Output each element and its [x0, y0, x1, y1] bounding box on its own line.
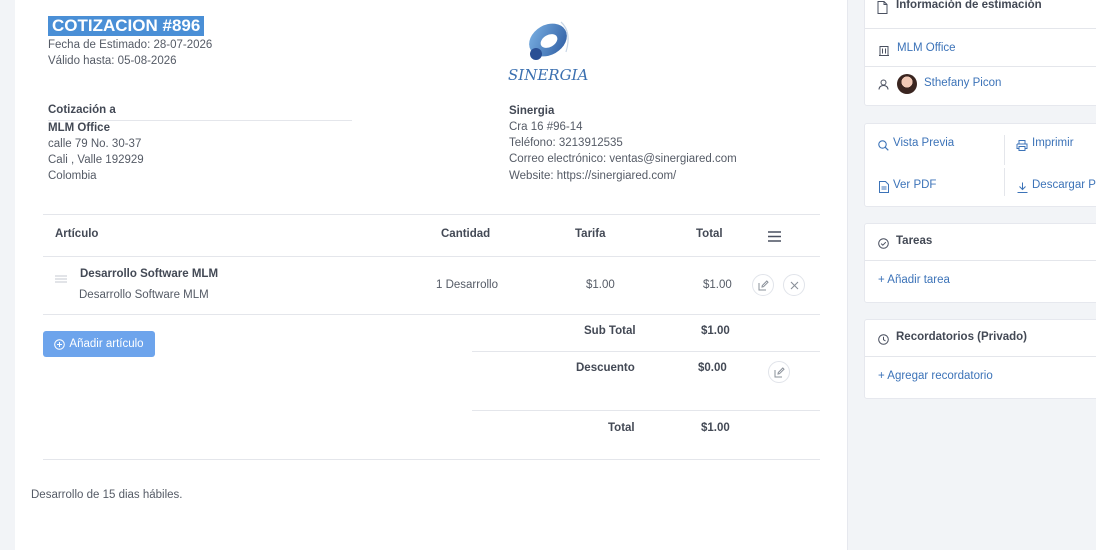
- client-name: MLM Office: [48, 122, 110, 134]
- company-email: Correo electrónico: ventas@sinergiared.c…: [509, 153, 737, 165]
- discount-value: $0.00: [698, 362, 727, 374]
- info-title: Información de estimación: [896, 0, 1042, 11]
- company-address: Cra 16 #96-14: [509, 121, 583, 133]
- valid-until: Válido hasta: 05-08-2026: [48, 55, 177, 67]
- subtotal-value: $1.00: [701, 325, 730, 337]
- item-total: $1.00: [703, 279, 732, 291]
- col-rate: Tarifa: [575, 228, 606, 240]
- company-name: Sinergia: [509, 105, 555, 117]
- client-address1: calle 79 No. 30-37: [48, 138, 142, 150]
- download-pdf-button[interactable]: Descargar PDF: [1032, 179, 1096, 191]
- edit-icon: [758, 279, 769, 290]
- print-button[interactable]: Imprimir: [1032, 137, 1074, 149]
- reminders-title: Recordatorios (Privado): [896, 331, 1027, 343]
- add-task-label: Añadir tarea: [887, 274, 950, 286]
- view-pdf-button[interactable]: Ver PDF: [893, 179, 936, 191]
- actions-card: Vista Previa Imprimir Ver PDF Descargar …: [864, 123, 1096, 207]
- plus-icon: +: [878, 370, 885, 382]
- search-icon: [878, 138, 889, 156]
- company-website: Website: https://sinergiared.com/: [509, 170, 677, 182]
- reminders-card: Recordatorios (Privado) + Agregar record…: [864, 319, 1096, 399]
- estimate-date: Fecha de Estimado: 28-07-2026: [48, 39, 213, 51]
- add-task-link[interactable]: + Añadir tarea: [878, 274, 950, 286]
- subtotal-label: Sub Total: [584, 325, 636, 337]
- building-icon: [878, 43, 890, 61]
- add-reminder-link[interactable]: + Agregar recordatorio: [878, 370, 993, 382]
- columns-menu-icon[interactable]: [768, 229, 781, 247]
- item-title: Desarrollo Software MLM: [80, 268, 219, 280]
- check-circle-icon: [878, 236, 889, 254]
- edit-discount-button[interactable]: [768, 361, 790, 383]
- close-icon: [790, 281, 798, 289]
- total-value: $1.00: [701, 422, 730, 434]
- col-qty: Cantidad: [441, 228, 491, 240]
- clock-icon: [878, 332, 889, 350]
- add-item-button[interactable]: Añadir artículo: [43, 331, 155, 357]
- col-total: Total: [696, 228, 723, 240]
- tasks-card: Tareas + Añadir tarea: [864, 223, 1096, 303]
- item-description: Desarrollo Software MLM: [79, 289, 209, 301]
- estimate-note: Desarrollo de 15 dias hábiles.: [31, 489, 183, 501]
- add-reminder-label: Agregar recordatorio: [887, 370, 993, 382]
- item-qty: 1 Desarrollo: [436, 279, 498, 291]
- company-phone: Teléfono: 3213912535: [509, 137, 623, 149]
- estimate-title: COTIZACION #896: [48, 16, 205, 36]
- download-icon: [1017, 180, 1028, 198]
- user-link[interactable]: Sthefany Picon: [924, 77, 1001, 89]
- item-rate: $1.00: [586, 279, 615, 291]
- client-link[interactable]: MLM Office: [897, 42, 956, 54]
- edit-icon: [774, 366, 785, 377]
- printer-icon: [1016, 138, 1028, 156]
- client-country: Colombia: [48, 170, 97, 182]
- col-item: Artículo: [55, 228, 99, 240]
- preview-button[interactable]: Vista Previa: [893, 137, 954, 149]
- client-address2: Cali , Valle 192929: [48, 154, 144, 166]
- plus-circle-icon: [54, 338, 66, 350]
- estimate-info-card: Información de estimación MLM Office Sth…: [864, 0, 1096, 106]
- logo-text: SINERGIA: [508, 66, 589, 84]
- pdf-file-icon: [879, 180, 889, 198]
- total-label: Total: [608, 422, 635, 434]
- user-icon: [878, 77, 889, 95]
- drag-handle-icon[interactable]: [55, 270, 67, 288]
- edit-item-button[interactable]: [752, 274, 774, 296]
- file-icon: [877, 1, 888, 19]
- discount-label: Descuento: [576, 362, 635, 374]
- avatar: [897, 74, 917, 94]
- remove-item-button[interactable]: [783, 274, 805, 296]
- add-item-label: Añadir artículo: [69, 338, 144, 350]
- plus-icon: +: [878, 274, 885, 286]
- sinergia-logo: SINERGIA: [506, 14, 596, 94]
- client-heading: Cotización a: [48, 104, 116, 116]
- tasks-title: Tareas: [896, 235, 933, 247]
